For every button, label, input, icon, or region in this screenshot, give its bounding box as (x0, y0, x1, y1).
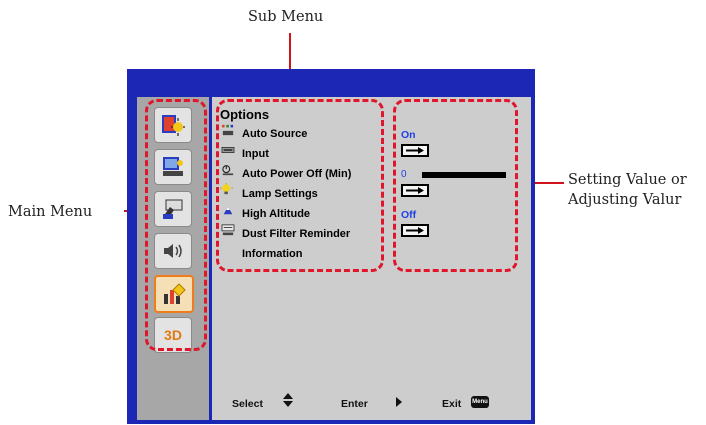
setting-value-callout-line1: Setting Value or (568, 172, 687, 188)
setting-value-callout: Setting Value or Adjusting Valur (568, 170, 687, 210)
osd-panel: 3D Options Auto Source Input Auto Power … (137, 97, 531, 420)
sub-menu-callout: Sub Menu (248, 9, 324, 25)
main-menu-callout: Main Menu (8, 204, 93, 220)
main-menu-highlight (145, 99, 207, 351)
osd-window: 3D Options Auto Source Input Auto Power … (127, 69, 535, 424)
right-triangle-icon (396, 397, 402, 407)
menu-key-icon: Menu (471, 396, 489, 408)
up-down-arrow-icon (283, 393, 293, 407)
footer-enter-label: Enter (341, 398, 368, 410)
footer-select-label: Select (232, 398, 263, 410)
setting-value-callout-line2: Adjusting Valur (568, 192, 682, 208)
footer-exit-label: Exit (442, 398, 462, 410)
sub-menu-highlight (216, 99, 384, 272)
setting-value-highlight (393, 99, 518, 272)
